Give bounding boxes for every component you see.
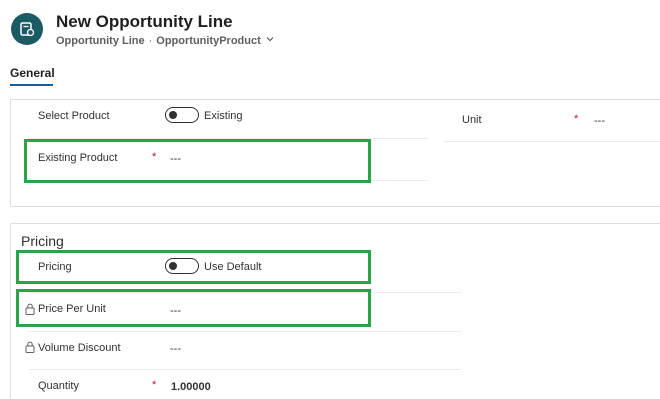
unit-divider (444, 141, 660, 142)
volume-discount-field: --- (170, 343, 181, 355)
opportunity-product-icon (11, 13, 43, 45)
form-header: New Opportunity Line Opportunity Line · … (0, 0, 660, 58)
highlight-price-per-unit (16, 289, 371, 327)
tab-general[interactable]: General (10, 66, 55, 80)
form-breadcrumb: Opportunity Line · OpportunityProduct (56, 34, 275, 47)
highlight-pricing (16, 250, 371, 284)
entity-name: Opportunity Line (56, 34, 145, 47)
select-product-toggle-text: Existing (204, 110, 243, 122)
quantity-field[interactable]: 1.00000 (171, 381, 211, 393)
select-product-label: Select Product (38, 110, 110, 122)
unit-label: Unit (462, 114, 482, 126)
page-title: New Opportunity Line (56, 12, 233, 31)
chevron-down-icon[interactable] (265, 34, 275, 47)
unit-required-marker: * (574, 113, 579, 125)
form-selector[interactable]: OpportunityProduct (156, 35, 261, 47)
field-divider (28, 331, 461, 332)
volume-discount-label: Volume Discount (38, 342, 121, 354)
unit-field[interactable]: --- (594, 115, 605, 127)
tab-active-indicator (10, 84, 53, 86)
toggle-knob (169, 111, 177, 119)
breadcrumb-separator: · (148, 34, 153, 47)
highlight-existing-product (24, 139, 371, 183)
select-product-toggle[interactable] (165, 107, 199, 123)
lock-icon (25, 340, 35, 358)
quantity-required-marker: * (152, 379, 157, 391)
pricing-section-title: Pricing (21, 233, 64, 249)
quantity-label: Quantity (38, 380, 79, 392)
field-divider (28, 369, 461, 370)
